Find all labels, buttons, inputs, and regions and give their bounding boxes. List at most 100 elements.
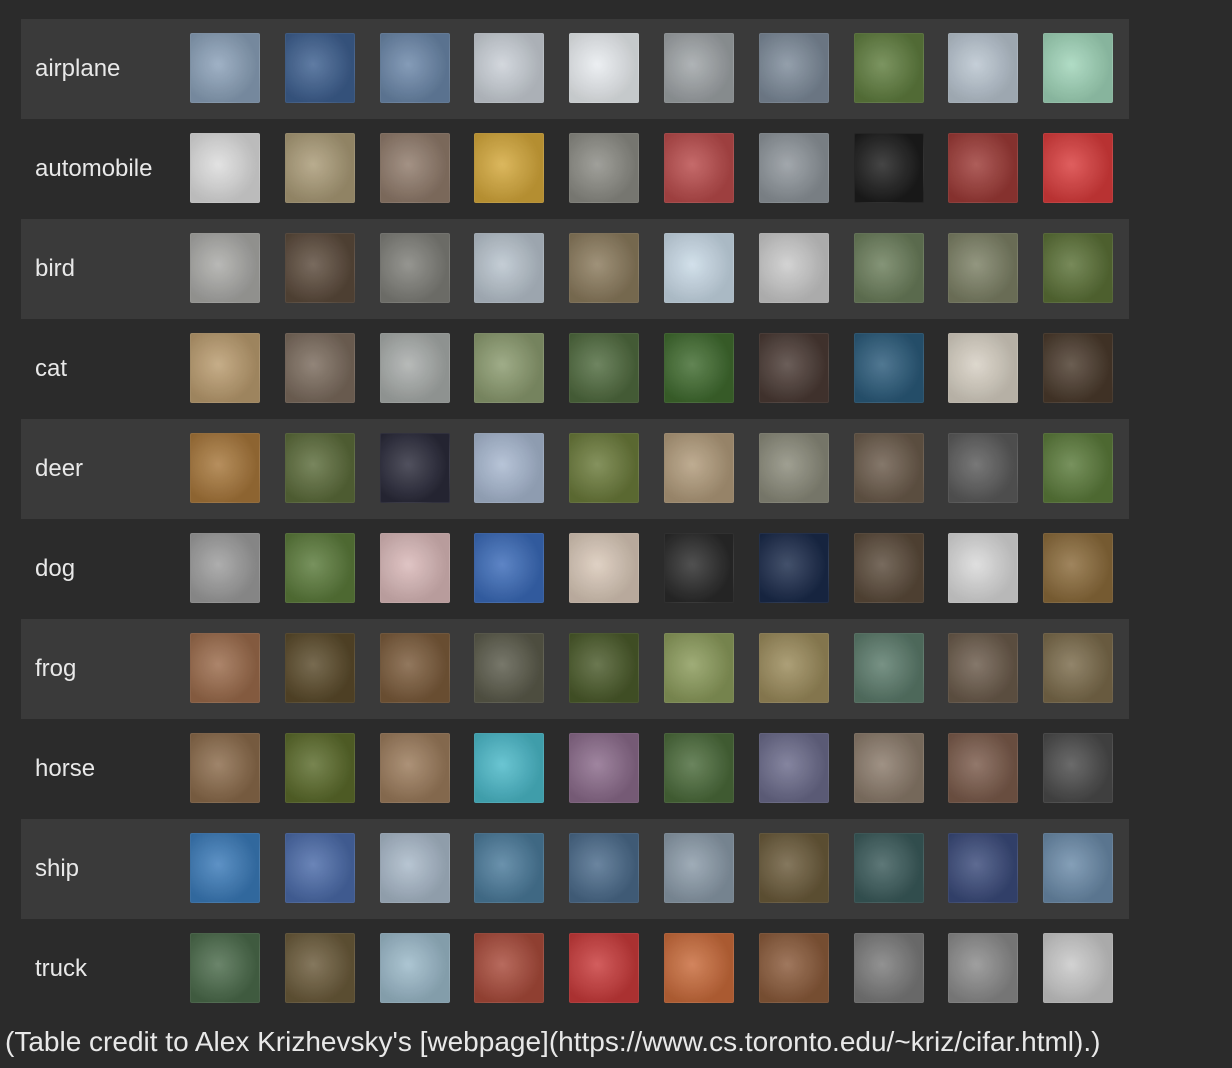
class-label: horse — [35, 755, 96, 782]
sample-image-thumbnail — [758, 833, 829, 903]
sample-image-thumbnail — [284, 33, 355, 103]
class-row-horse: horse — [21, 719, 1129, 819]
sample-image-thumbnail — [948, 933, 1019, 1003]
sample-image-thumbnail — [569, 733, 640, 803]
sample-image-thumbnail — [1043, 633, 1114, 703]
sample-image-thumbnail — [190, 233, 260, 303]
class-row-airplane: airplane — [21, 19, 1129, 119]
sample-image-thumbnail — [758, 533, 829, 603]
sample-image-thumbnail — [284, 133, 355, 203]
sample-image-thumbnail — [853, 333, 924, 403]
sample-image-thumbnail — [948, 133, 1019, 203]
sample-image-thumbnail — [284, 333, 355, 403]
sample-image-thumbnail — [379, 433, 450, 503]
sample-image-thumbnail — [379, 733, 450, 803]
sample-image-thumbnail — [569, 233, 640, 303]
class-row-dog: dog — [21, 519, 1129, 619]
sample-image-thumbnail — [569, 433, 640, 503]
thumbnail-strip — [190, 433, 1138, 503]
sample-image-thumbnail — [1043, 233, 1114, 303]
thumbnail-strip — [190, 333, 1138, 403]
sample-image-thumbnail — [853, 433, 924, 503]
sample-image-thumbnail — [474, 133, 545, 203]
sample-image-thumbnail — [284, 733, 355, 803]
sample-image-thumbnail — [284, 433, 355, 503]
class-label: ship — [35, 855, 80, 882]
sample-image-thumbnail — [663, 733, 734, 803]
thumbnail-strip — [190, 733, 1138, 803]
sample-image-thumbnail — [758, 733, 829, 803]
table-credit-caption: (Table credit to Alex Krizhevsky's [webp… — [5, 1026, 1101, 1057]
thumbnail-strip — [190, 933, 1138, 1003]
sample-image-thumbnail — [1043, 533, 1114, 603]
sample-image-thumbnail — [474, 333, 545, 403]
sample-image-thumbnail — [284, 533, 355, 603]
sample-image-thumbnail — [1043, 133, 1114, 203]
sample-image-thumbnail — [190, 133, 260, 203]
sample-image-thumbnail — [1043, 33, 1114, 103]
sample-image-thumbnail — [758, 233, 829, 303]
cifar10-class-table: airplane automobile bird cat deer dog frog hors… — [21, 19, 1129, 1019]
class-row-deer: deer — [21, 419, 1129, 519]
sample-image-thumbnail — [284, 633, 355, 703]
class-label: dog — [35, 555, 76, 582]
sample-image-thumbnail — [663, 933, 734, 1003]
class-row-frog: frog — [21, 619, 1129, 719]
sample-image-thumbnail — [474, 933, 545, 1003]
sample-image-thumbnail — [1043, 933, 1114, 1003]
sample-image-thumbnail — [569, 133, 640, 203]
sample-image-thumbnail — [474, 433, 545, 503]
sample-image-thumbnail — [1043, 733, 1114, 803]
sample-image-thumbnail — [190, 533, 260, 603]
thumbnail-strip — [190, 133, 1138, 203]
sample-image-thumbnail — [569, 533, 640, 603]
class-label: deer — [35, 455, 84, 482]
sample-image-thumbnail — [758, 333, 829, 403]
thumbnail-strip — [190, 233, 1138, 303]
class-row-cat: cat — [21, 319, 1129, 419]
class-label: frog — [35, 655, 77, 682]
sample-image-thumbnail — [379, 33, 450, 103]
sample-image-thumbnail — [663, 833, 734, 903]
sample-image-thumbnail — [474, 733, 545, 803]
class-row-bird: bird — [21, 219, 1129, 319]
sample-image-thumbnail — [474, 633, 545, 703]
class-label: cat — [35, 355, 68, 382]
sample-image-thumbnail — [948, 333, 1019, 403]
sample-image-thumbnail — [948, 33, 1019, 103]
sample-image-thumbnail — [758, 633, 829, 703]
class-label: automobile — [35, 155, 153, 182]
sample-image-thumbnail — [853, 533, 924, 603]
sample-image-thumbnail — [474, 833, 545, 903]
class-row-automobile: automobile — [21, 119, 1129, 219]
sample-image-thumbnail — [948, 433, 1019, 503]
sample-image-thumbnail — [190, 633, 260, 703]
sample-image-thumbnail — [853, 933, 924, 1003]
sample-image-thumbnail — [758, 33, 829, 103]
sample-image-thumbnail — [284, 833, 355, 903]
sample-image-thumbnail — [853, 733, 924, 803]
class-label: truck — [35, 955, 88, 982]
sample-image-thumbnail — [663, 233, 734, 303]
sample-image-thumbnail — [1043, 833, 1114, 903]
sample-image-thumbnail — [190, 733, 260, 803]
sample-image-thumbnail — [190, 433, 260, 503]
sample-image-thumbnail — [663, 433, 734, 503]
sample-image-thumbnail — [758, 433, 829, 503]
sample-image-thumbnail — [379, 333, 450, 403]
sample-image-thumbnail — [379, 233, 450, 303]
sample-image-thumbnail — [853, 633, 924, 703]
thumbnail-strip — [190, 633, 1138, 703]
sample-image-thumbnail — [284, 933, 355, 1003]
sample-image-thumbnail — [948, 733, 1019, 803]
class-row-ship: ship — [21, 819, 1129, 919]
sample-image-thumbnail — [663, 533, 734, 603]
class-label: airplane — [35, 55, 121, 82]
sample-image-thumbnail — [853, 233, 924, 303]
sample-image-thumbnail — [758, 133, 829, 203]
sample-image-thumbnail — [569, 633, 640, 703]
sample-image-thumbnail — [948, 833, 1019, 903]
sample-image-thumbnail — [663, 33, 734, 103]
thumbnail-strip — [190, 833, 1138, 903]
sample-image-thumbnail — [663, 133, 734, 203]
